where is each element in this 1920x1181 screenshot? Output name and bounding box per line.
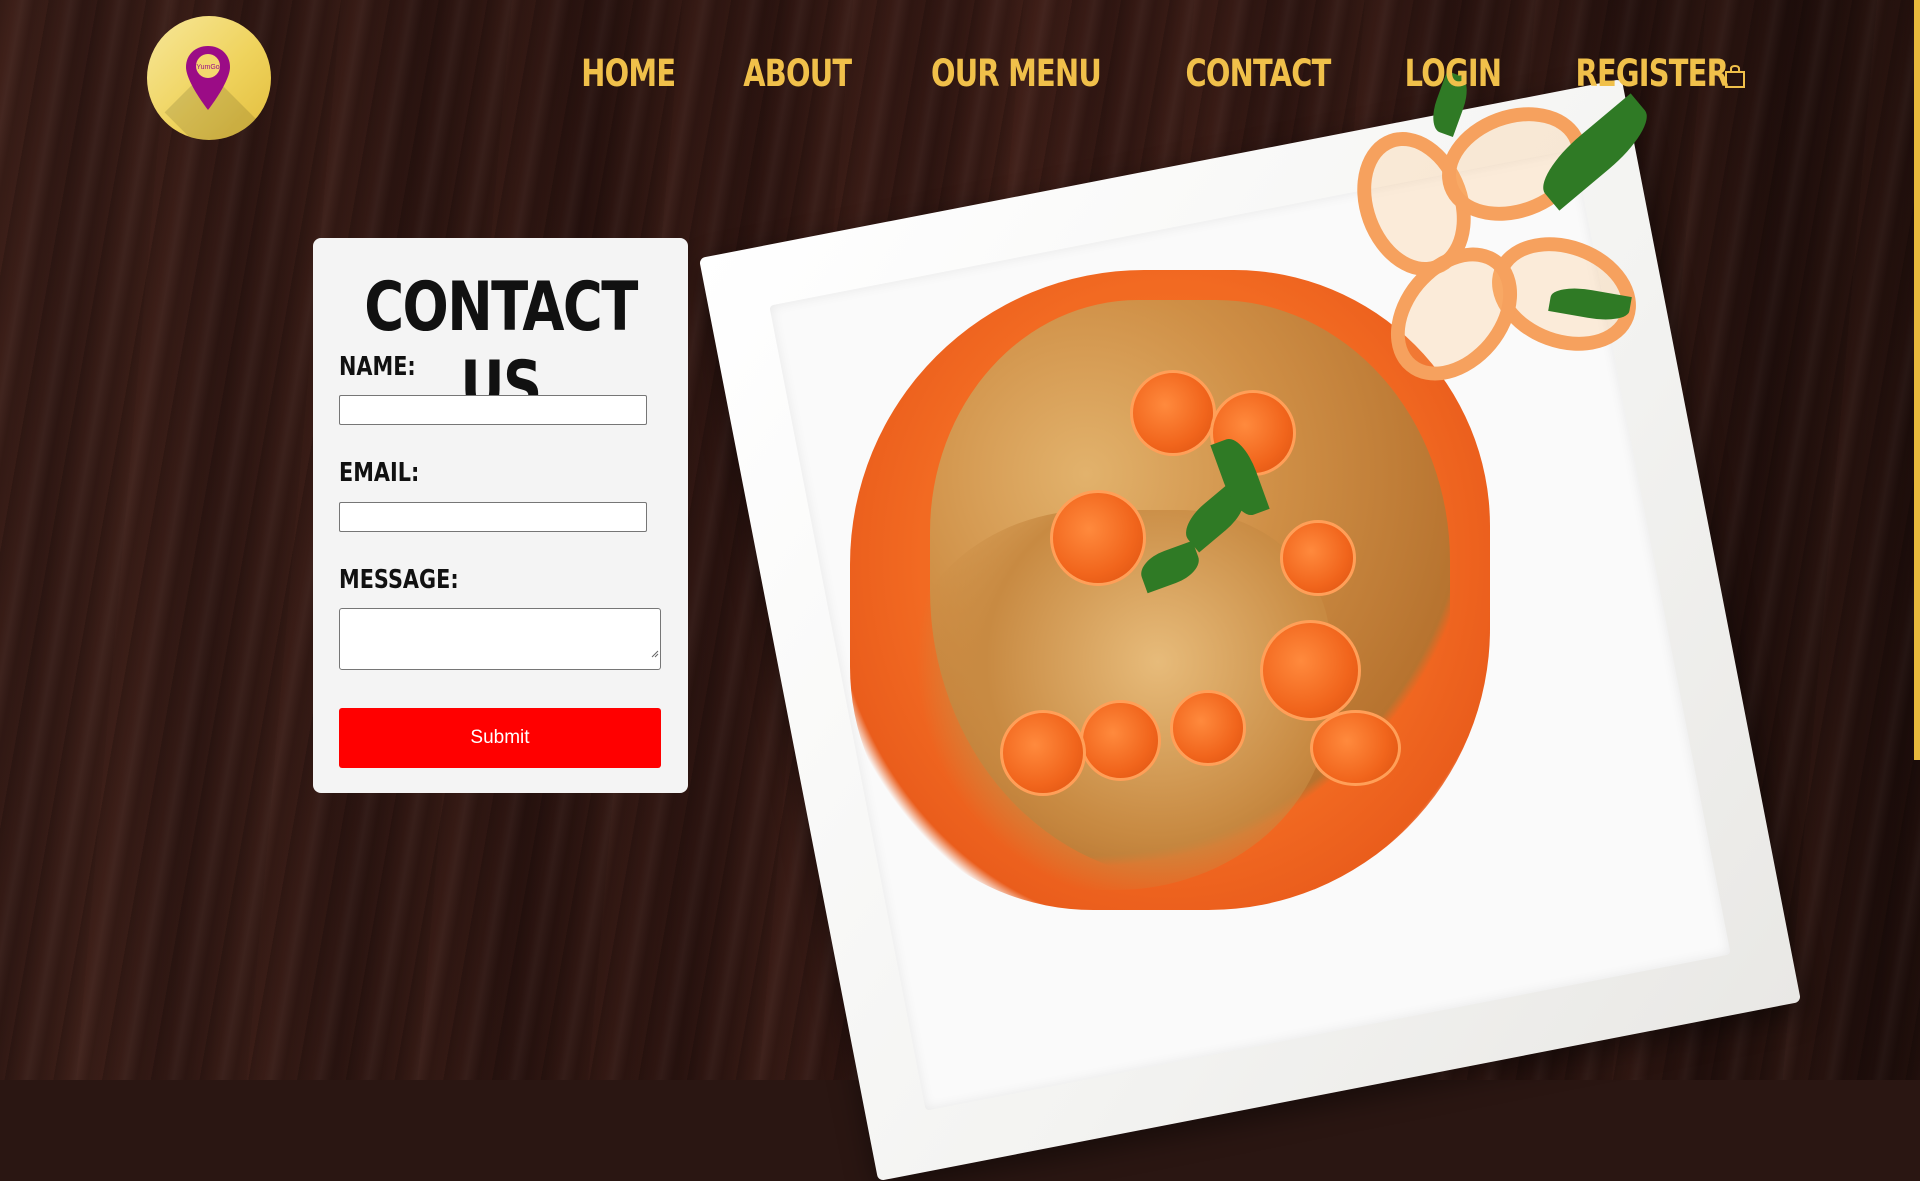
tomato-flower-garnish	[1320, 71, 1659, 406]
email-input[interactable]	[339, 502, 647, 532]
carrot-slice	[1310, 710, 1401, 786]
scroll-edge-accent	[1914, 0, 1920, 760]
carrot-slice	[1000, 710, 1086, 796]
svg-text:YumGo: YumGo	[196, 64, 219, 71]
carrot-slice	[1260, 620, 1361, 721]
carrot-slice	[1050, 490, 1146, 586]
nav-contact[interactable]: CONTACT	[1185, 52, 1331, 95]
name-label: NAME:	[339, 352, 416, 382]
shopping-bag-icon[interactable]	[1722, 64, 1748, 95]
submit-button[interactable]: Submit	[339, 708, 661, 768]
nav-register[interactable]: REGISTER	[1576, 52, 1729, 95]
email-label: EMAIL:	[339, 458, 420, 488]
resize-grip-icon[interactable]	[651, 650, 659, 658]
location-pin-icon: YumGo	[186, 46, 230, 110]
hero-food-image	[698, 40, 1850, 1181]
nav-about[interactable]: ABOUT	[743, 52, 852, 95]
nav-our-menu[interactable]: OUR MENU	[931, 52, 1102, 95]
carrot-slice	[1080, 700, 1161, 781]
name-input[interactable]	[339, 395, 647, 425]
message-label: MESSAGE:	[339, 565, 459, 595]
carrot-slice	[1170, 690, 1246, 766]
nav-login[interactable]: LOGIN	[1404, 52, 1501, 95]
contact-form-card: CONTACT US NAME: EMAIL: MESSAGE: Submit	[313, 238, 688, 793]
message-textarea[interactable]	[339, 608, 661, 670]
carrot-slice	[1280, 520, 1356, 596]
carrot-slice	[1130, 370, 1216, 456]
site-logo[interactable]: YumGo	[147, 16, 271, 140]
main-navigation: HOME ABOUT OUR MENU CONTACT LOGIN REGIST…	[568, 52, 1750, 95]
nav-home[interactable]: HOME	[581, 52, 676, 95]
